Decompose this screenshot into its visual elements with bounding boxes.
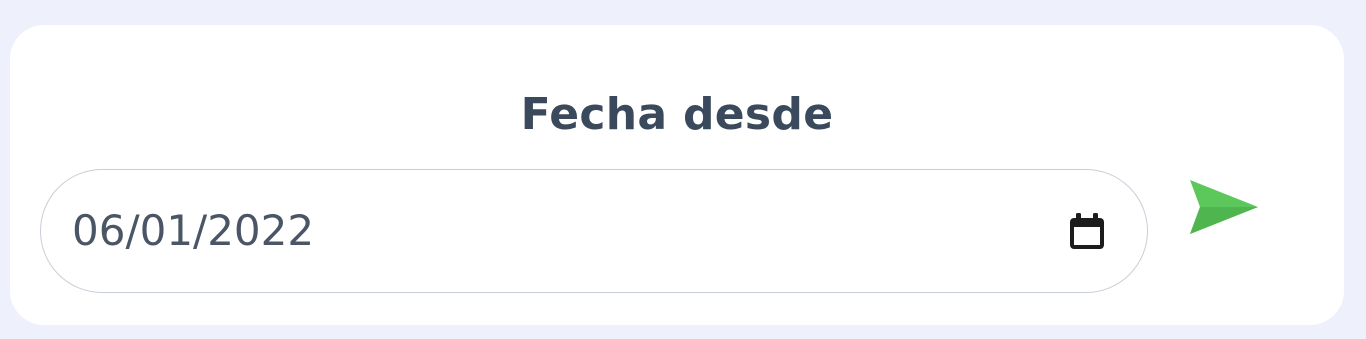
date-value: 06/01/2022 [72,206,315,255]
date-filter-card: Fecha desde 06/01/2022 [10,25,1344,325]
date-from-input[interactable]: 06/01/2022 [40,169,1148,293]
send-button[interactable] [1186,176,1260,238]
send-icon [1190,180,1258,234]
filter-title: Fecha desde [520,89,834,140]
calendar-icon[interactable] [1067,212,1107,252]
